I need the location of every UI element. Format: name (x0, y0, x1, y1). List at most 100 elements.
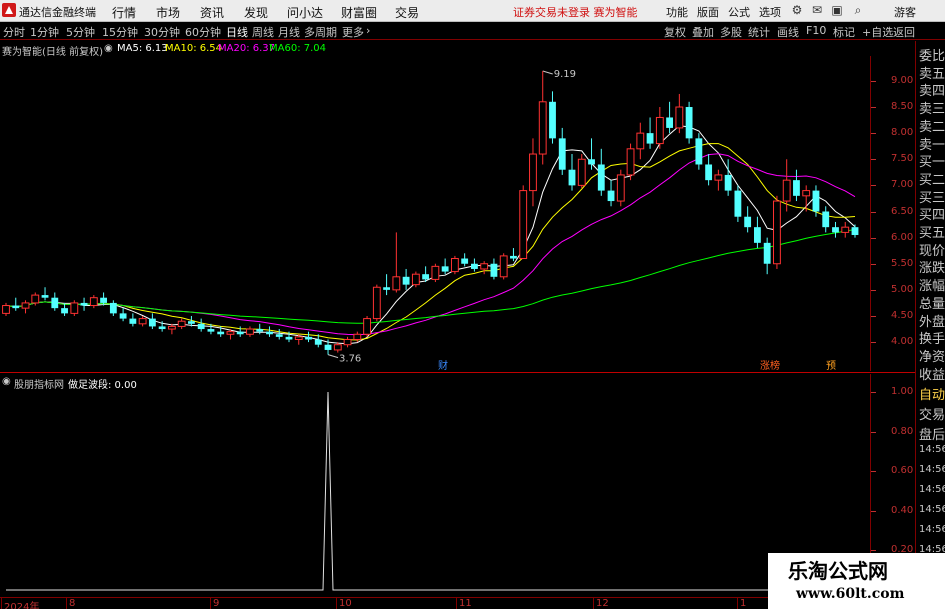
watermark-url: www.60lt.com (796, 586, 905, 602)
btn-huaxian[interactable]: 画线 (777, 24, 799, 40)
event-zhangbang[interactable]: 涨榜 (760, 359, 780, 371)
period-multi[interactable]: 多周期 (304, 24, 337, 40)
btn-biaoji[interactable]: 标记 (833, 24, 855, 40)
candle-body (275, 334, 283, 337)
side-item[interactable]: 卖五 (919, 63, 945, 82)
menu-jiaoyi[interactable]: 交易 (395, 4, 419, 21)
menu-hangqing[interactable]: 行情 (112, 4, 136, 21)
btn-diejia[interactable]: 叠加 (692, 24, 714, 40)
menu-faxian[interactable]: 发现 (244, 4, 268, 21)
candle-body (333, 344, 342, 351)
skin-icon[interactable]: ▣ (830, 3, 844, 17)
side-item[interactable]: 卖三 (919, 98, 945, 117)
side-item[interactable]: 买一 (919, 151, 945, 170)
more-chevron-icon[interactable]: › (366, 24, 370, 37)
watermark-title-box: 乐淘公式网 (768, 553, 945, 583)
price-tick-label: 6.00 (891, 231, 914, 243)
btn-add-watchlist[interactable]: +自选 (862, 24, 893, 40)
menu-caifuquan[interactable]: 财富圈 (341, 4, 377, 21)
side-item[interactable]: 买五 (919, 222, 945, 241)
period-5min[interactable]: 5分钟 (66, 24, 95, 40)
side-item[interactable]: 外盘 (919, 311, 945, 330)
candle-body (607, 190, 615, 202)
period-fenshi[interactable]: 分时 (3, 24, 25, 40)
candle (529, 138, 537, 207)
candle-body (744, 216, 752, 228)
period-weekly[interactable]: 周线 (252, 24, 274, 40)
trade-time: 14:56 (919, 524, 945, 535)
candle-body (61, 308, 68, 314)
btn-tongji[interactable]: 统计 (748, 24, 770, 40)
side-item[interactable]: 卖一 (919, 134, 945, 153)
side-item[interactable]: 买三 (919, 187, 945, 206)
candle (80, 297, 88, 311)
guest-label[interactable]: 游客 (894, 4, 916, 20)
side-item[interactable]: 卖四 (919, 80, 945, 99)
search-icon[interactable]: ⌕ (851, 3, 865, 17)
menu-gongshi[interactable]: 公式 (728, 4, 750, 20)
side-item[interactable]: 总量 (919, 293, 945, 312)
side-item[interactable]: 涨跌 (919, 257, 945, 276)
price-tick-mark (871, 315, 876, 317)
price-tick-label: 8.00 (891, 127, 914, 139)
side-item[interactable]: 换手 (919, 328, 945, 347)
eye-icon[interactable]: ◉ (104, 43, 113, 54)
side-tab[interactable]: 交易 (919, 404, 945, 423)
btn-fuquan[interactable]: 复权 (664, 24, 686, 40)
period-daily[interactable]: 日线 (226, 24, 248, 40)
candle (558, 127, 566, 175)
candle-body (422, 274, 430, 280)
candle-body (12, 305, 20, 309)
candle (177, 318, 186, 330)
event-yu[interactable]: 预 (826, 360, 836, 371)
login-warning[interactable]: 证券交易未登录 赛为智能 (513, 4, 638, 20)
menu-zixun[interactable]: 资讯 (200, 4, 224, 21)
event-cai[interactable]: 财 (438, 359, 448, 371)
side-item[interactable]: 委比 (919, 45, 945, 64)
candle (119, 308, 127, 322)
menu-shichang[interactable]: 市场 (156, 4, 180, 21)
period-1min[interactable]: 1分钟 (30, 24, 59, 40)
candle (246, 326, 254, 337)
menu-wenxiaoda[interactable]: 问小达 (287, 4, 323, 21)
menu-banmian[interactable]: 版面 (697, 4, 719, 20)
side-tab[interactable]: 自动 (919, 384, 945, 403)
period-monthly[interactable]: 月线 (278, 24, 300, 40)
btn-f10[interactable]: F10 (806, 24, 826, 37)
candle (549, 91, 556, 144)
period-more[interactable]: 更多 (342, 24, 364, 40)
period-15min[interactable]: 15分钟 (102, 24, 138, 40)
candle (61, 302, 68, 316)
kline-chart[interactable]: 9.19 3.76 财 涨榜 预 (0, 56, 870, 371)
candle (577, 154, 586, 188)
menu-xuanxiang[interactable]: 选项 (759, 4, 781, 20)
sub-tick-mark (871, 550, 876, 552)
menu-gongneng[interactable]: 功能 (666, 4, 688, 20)
side-tab[interactable]: 盘后 (919, 424, 945, 443)
price-tick-mark (871, 133, 876, 135)
side-item[interactable]: 买二 (919, 169, 945, 188)
price-tick-mark (871, 211, 876, 213)
side-item[interactable]: 涨幅 (919, 275, 945, 294)
candle-body (187, 321, 195, 324)
settings-icon[interactable]: ⚙ (790, 3, 804, 17)
btn-back[interactable]: 返回 (893, 24, 915, 40)
candle-body (80, 302, 88, 306)
side-item[interactable]: 现价 (919, 240, 945, 259)
period-30min[interactable]: 30分钟 (144, 24, 180, 40)
candle (685, 101, 693, 144)
sub-indicator-chart[interactable] (0, 374, 870, 596)
candle-body (773, 200, 781, 265)
side-item[interactable]: 卖二 (919, 116, 945, 135)
side-item[interactable]: 净资 (919, 346, 945, 365)
candle-body (480, 263, 489, 270)
btn-duogu[interactable]: 多股 (720, 24, 742, 40)
candle (519, 185, 528, 260)
side-item[interactable]: 收益 (919, 364, 945, 383)
side-item[interactable]: 买四 (919, 204, 945, 223)
trade-time: 14:56 (919, 484, 945, 495)
period-60min[interactable]: 60分钟 (185, 24, 221, 40)
candle (763, 237, 771, 275)
mail-icon[interactable]: ✉ (810, 3, 824, 17)
candle (129, 313, 137, 327)
